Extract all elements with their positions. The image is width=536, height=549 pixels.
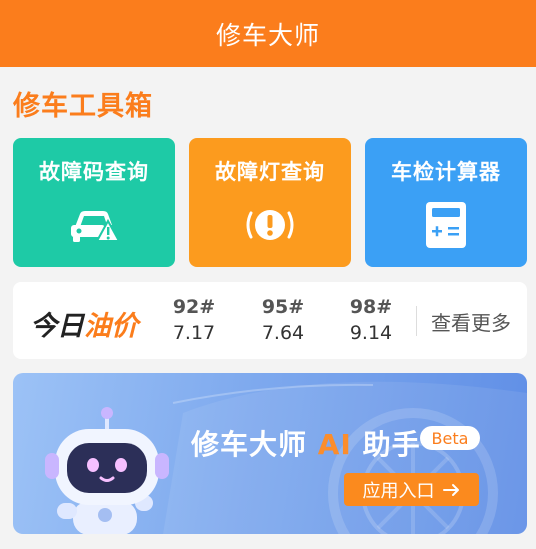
fault-code-card[interactable]: 故障码查询 <box>13 138 175 267</box>
ai-assistant-banner[interactable]: 修车大师 AI 助手 Beta 应用入口 <box>13 373 527 534</box>
view-more-link[interactable]: 查看更多 <box>431 307 511 336</box>
fault-light-label: 故障灯查询 <box>215 160 325 184</box>
oil-price-value: 9.14 <box>349 322 393 344</box>
section-title: 修车工具箱 <box>13 91 153 122</box>
oil-price-card: 今日油价 92# 7.17 95# 7.64 98# 9.14 查看更多 <box>13 282 527 359</box>
divider <box>416 306 417 336</box>
oil-price-98: 98# 9.14 <box>339 296 403 344</box>
banner-title-part2: 助手 <box>351 428 421 461</box>
page-title: 修车大师 <box>215 20 320 50</box>
car-warning-icon <box>64 200 124 250</box>
warning-light-icon <box>240 200 300 250</box>
oil-grade: 95# <box>261 296 305 318</box>
oil-price-value: 7.64 <box>261 322 305 344</box>
robot-mascot-icon <box>45 407 169 534</box>
app-header: 修车大师 <box>0 0 536 67</box>
app-entry-button[interactable]: 应用入口 <box>344 473 479 506</box>
oil-price-92: 92# 7.17 <box>162 296 226 344</box>
inspection-calculator-label: 车检计算器 <box>391 160 501 184</box>
beta-badge: Beta <box>420 426 480 450</box>
ai-assistant-title: 修车大师 AI 助手 <box>191 423 421 463</box>
banner-title-ai: AI <box>317 428 352 461</box>
inspection-calculator-card[interactable]: 车检计算器 <box>365 138 527 267</box>
oil-price-value: 7.17 <box>172 322 216 344</box>
app-entry-label: 应用入口 <box>362 480 435 502</box>
oil-grade: 98# <box>349 296 393 318</box>
fault-light-card[interactable]: 故障灯查询 <box>189 138 351 267</box>
oil-grade: 92# <box>172 296 216 318</box>
calculator-icon <box>416 200 476 250</box>
oil-title-today: 今日 <box>30 311 84 342</box>
banner-title-part1: 修车大师 <box>191 428 318 461</box>
oil-title-price: 油价 <box>84 311 138 342</box>
arrow-right-icon <box>442 483 459 496</box>
oil-price-title: 今日油价 <box>30 304 138 343</box>
oil-price-95: 95# 7.64 <box>251 296 315 344</box>
fault-code-label: 故障码查询 <box>39 160 149 184</box>
